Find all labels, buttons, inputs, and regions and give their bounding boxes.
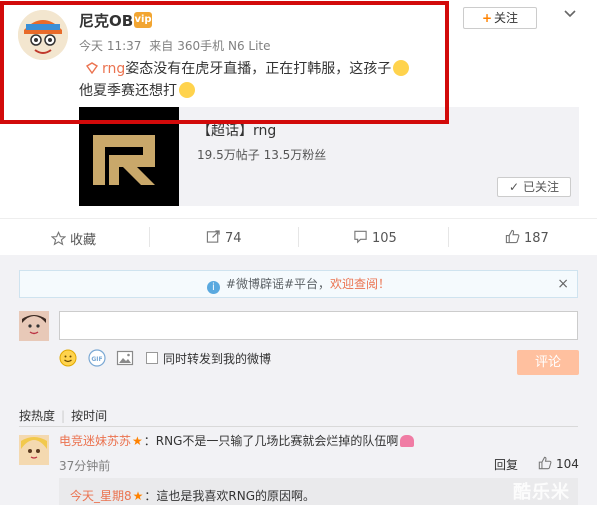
comment-like-count: 104 [556, 457, 579, 471]
comment-line: 电竞迷妹苏苏★：RNG不是一只输了几场比赛就会烂掉的队伍啊 [59, 432, 415, 449]
comment-action[interactable]: 105 [353, 229, 397, 246]
thumbs-up-icon [538, 456, 552, 470]
reply-button[interactable]: 回复 [494, 456, 518, 473]
highlight-box [0, 1, 449, 124]
comment-like-button[interactable]: 104 [538, 456, 579, 471]
sub-reply-text: ：這也是我喜欢RNG的原因啊。 [144, 489, 316, 503]
commenter-avatar[interactable] [19, 435, 49, 465]
card-fans: 13.5万粉丝 [263, 148, 327, 162]
watermark-text: 酷乐米 [513, 482, 570, 503]
star-icon [51, 231, 66, 246]
comment-icon [354, 230, 367, 244]
heart-emoji-icon [400, 435, 415, 447]
submit-comment-button[interactable]: 评论 [517, 350, 579, 375]
rumor-notice-banner[interactable]: i #微博辟谣#平台，欢迎查阅！ × [19, 270, 578, 298]
action-bar: 收藏 74 105 187 [0, 218, 597, 253]
check-icon: ✓ [509, 180, 520, 194]
comment-text: ：RNG不是一只输了几场比赛就会烂掉的队伍啊 [143, 434, 399, 448]
gif-icon[interactable]: GIF [88, 349, 106, 367]
sub-reply-line: 今天_星期8★：這也是我喜欢RNG的原因啊。 [70, 487, 315, 504]
repost-count: 74 [225, 231, 242, 246]
notice-highlight[interactable]: 欢迎查阅！ [330, 277, 390, 291]
card-posts: 19.5万帖子 [197, 148, 260, 162]
sort-by-time[interactable]: 按时间 [71, 409, 107, 423]
star-badge-icon[interactable]: ★ [132, 434, 143, 448]
sort-separator: | [61, 409, 66, 423]
sort-divider [19, 426, 578, 427]
followed-button[interactable]: ✓ 已关注 [497, 177, 571, 197]
favorite-action[interactable]: 收藏 [51, 229, 96, 248]
comment-time: 37分钟前 [59, 459, 111, 473]
my-avatar[interactable] [19, 311, 49, 341]
commenter-name[interactable]: 电竞迷妹苏苏 [59, 434, 131, 448]
image-upload-icon[interactable] [116, 349, 134, 367]
like-count: 187 [524, 231, 549, 246]
sort-by-hot[interactable]: 按热度 [19, 409, 55, 423]
close-icon[interactable]: × [557, 271, 569, 297]
star-badge-icon[interactable]: ★ [133, 489, 144, 503]
chevron-down-icon[interactable] [562, 6, 578, 22]
card-stats: 19.5万帖子 13.5万粉丝 [197, 146, 326, 163]
followed-button-label: 已关注 [522, 180, 559, 194]
sub-reply-user[interactable]: 今天_星期8 [70, 489, 132, 503]
like-action[interactable]: 187 [505, 229, 549, 246]
repost-checkbox[interactable] [146, 352, 158, 364]
action-divider [298, 227, 299, 247]
comment-sort-bar: 按热度 | 按时间 [19, 407, 107, 424]
thumbs-up-icon [505, 229, 520, 244]
plus-icon: + [481, 11, 493, 25]
notice-text[interactable]: #微博辟谣#平台， [226, 277, 330, 291]
favorite-label: 收藏 [70, 233, 97, 248]
comment-input[interactable] [59, 311, 578, 340]
follow-button[interactable]: + 关注 [463, 7, 537, 29]
emoji-picker-icon[interactable] [59, 349, 77, 367]
follow-button-label: 关注 [494, 11, 519, 25]
action-divider [149, 227, 150, 247]
repost-action[interactable]: 74 [206, 229, 242, 246]
action-divider [448, 227, 449, 247]
repost-label[interactable]: 同时转发到我的微博 [163, 350, 271, 367]
repost-icon [206, 230, 220, 243]
svg-text:GIF: GIF [91, 356, 102, 363]
info-icon: i [206, 281, 220, 294]
comment-count: 105 [372, 231, 397, 246]
